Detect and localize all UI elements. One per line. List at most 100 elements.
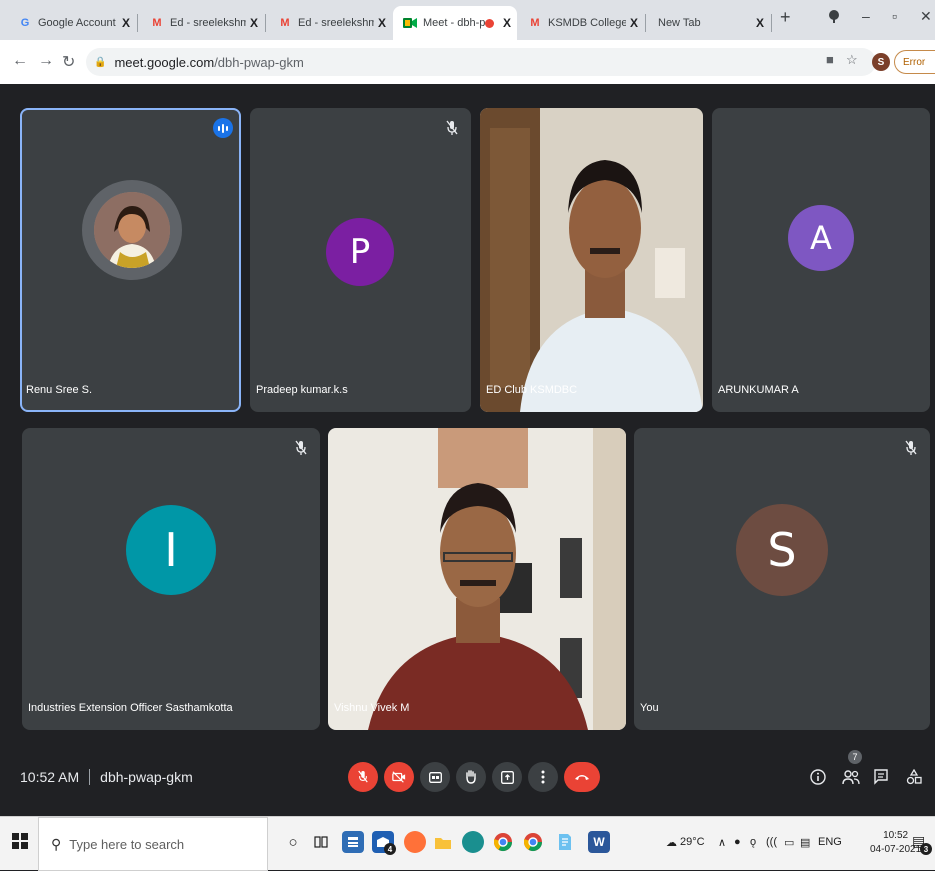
word-app-icon[interactable]: W (588, 831, 610, 853)
firefox-icon[interactable] (404, 831, 426, 853)
camera-permission-icon[interactable]: ■ (826, 52, 834, 67)
tab-divider (771, 14, 772, 32)
tab-gmail-1[interactable]: M Ed - sreelekshmyhg@ X (140, 6, 264, 40)
video-feed (480, 108, 703, 412)
people-icon (842, 770, 860, 785)
tab-title: New Tab (658, 17, 701, 29)
tab-meet[interactable]: Meet - dbh-pwap X (393, 6, 517, 40)
windows-start-icon[interactable] (12, 833, 28, 849)
gmail-favicon-icon: M (152, 17, 162, 29)
cortana-icon[interactable]: ○ (282, 831, 304, 853)
language-indicator[interactable]: ENG (818, 836, 842, 848)
gmail-favicon-icon: M (280, 17, 290, 29)
meeting-info: 10:52 AM dbh-pwap-gkm (20, 769, 193, 785)
raise-hand-button[interactable] (456, 762, 486, 792)
participant-count-badge: 7 (848, 750, 862, 764)
mic-off-icon (905, 440, 917, 455)
close-tab-icon[interactable]: X (250, 16, 258, 30)
chrome-icon[interactable] (492, 831, 514, 853)
camera-off-icon (392, 771, 406, 783)
tab-new-tab[interactable]: New Tab X (648, 6, 770, 40)
notification-center-icon[interactable]: ▤ 3 (912, 833, 932, 855)
present-icon (500, 770, 514, 784)
mail-badge: 4 (384, 843, 396, 855)
tray-chevron-up-icon[interactable]: ∧ (718, 836, 726, 849)
more-options-button[interactable] (528, 762, 558, 792)
video-feed (328, 428, 626, 730)
reload-icon[interactable]: ↻ (62, 52, 75, 72)
back-arrow-icon[interactable]: ← (12, 52, 28, 70)
window-close-icon[interactable]: ✕ (920, 8, 932, 25)
participant-tile-renu-sree[interactable]: Renu Sree S. (20, 108, 241, 412)
address-bar[interactable]: 🔒 meet.google.com /dbh-pwap-gkm (86, 48, 876, 76)
more-vert-icon (541, 770, 545, 784)
participant-name: Renu Sree S. (26, 384, 93, 396)
participant-name: ARUNKUMAR A (718, 384, 799, 396)
weather-icon[interactable]: ☁ (666, 836, 677, 849)
hand-icon (466, 770, 476, 784)
tab-title: Google Account (38, 17, 116, 29)
restore-icon[interactable]: ▫ (892, 8, 897, 24)
weather-temperature[interactable]: 29°C (680, 836, 705, 848)
profile-avatar[interactable]: S (872, 53, 890, 71)
participant-tile-industries-officer[interactable]: I Industries Extension Officer Sasthamko… (22, 428, 320, 730)
wifi-icon[interactable]: ((( (766, 836, 777, 848)
meeting-details-button[interactable] (810, 769, 826, 790)
participant-avatar: P (326, 218, 394, 286)
activities-button[interactable] (906, 768, 922, 790)
participant-tile-pradeep[interactable]: P Pradeep kumar.k.s (250, 108, 471, 412)
tab-ksmdb-college[interactable]: M KSMDB College, Sasth X (518, 6, 644, 40)
participant-tile-ed-club[interactable]: ED Club KSMDBC (480, 108, 703, 412)
mic-off-icon (446, 120, 458, 135)
document-app-icon[interactable] (554, 831, 576, 853)
edge-browser-icon[interactable] (462, 831, 484, 853)
file-explorer-icon[interactable] (432, 831, 454, 853)
new-tab-button[interactable]: + (780, 7, 791, 28)
tab-title: KSMDB College, Sasth (548, 17, 626, 29)
battery-icon[interactable]: ▭ (784, 836, 794, 849)
hang-up-icon (575, 775, 589, 780)
close-tab-icon[interactable]: X (122, 16, 130, 30)
keyboard-icon[interactable]: ▤ (800, 836, 810, 849)
mail-app-icon[interactable]: 4 (372, 831, 396, 855)
participant-avatar: S (736, 504, 828, 596)
captions-button[interactable] (420, 762, 450, 792)
camera-toggle-button[interactable] (384, 762, 414, 792)
error-button[interactable]: Error (894, 50, 935, 74)
minimize-icon[interactable]: – (862, 8, 870, 24)
participant-tile-vishnu-vivek[interactable]: Vishnu Vivek M (328, 428, 626, 730)
tab-divider (265, 14, 266, 32)
extension-icon[interactable] (828, 9, 840, 26)
tab-google-account[interactable]: G Google Account X (8, 6, 136, 40)
gmail-favicon-icon: M (530, 17, 540, 29)
close-tab-icon[interactable]: X (378, 16, 386, 30)
close-tab-icon[interactable]: X (756, 16, 764, 30)
mic-off-icon (358, 770, 368, 783)
leave-call-button[interactable] (564, 762, 600, 792)
info-icon (810, 769, 826, 785)
search-placeholder: Type here to search (69, 836, 185, 852)
present-screen-button[interactable] (492, 762, 522, 792)
browser-toolbar: ← → ↻ 🔒 meet.google.com /dbh-pwap-gkm ■ … (0, 40, 935, 84)
people-button[interactable] (842, 769, 860, 790)
tab-gmail-2[interactable]: M Ed - sreelekshmyhg@ X (268, 6, 392, 40)
usb-device-icon[interactable]: ǫ (750, 836, 756, 848)
close-tab-icon[interactable]: X (503, 16, 511, 30)
participant-tile-you[interactable]: S You (634, 428, 930, 730)
mic-toggle-button[interactable] (348, 762, 378, 792)
chrome-profile-icon[interactable] (522, 831, 544, 853)
chat-icon (874, 769, 888, 785)
participant-tile-arunkumar[interactable]: A ARUNKUMAR A (712, 108, 930, 412)
calculator-app-icon[interactable] (342, 831, 364, 853)
forward-arrow-icon[interactable]: → (38, 52, 54, 70)
task-view-icon[interactable] (310, 831, 332, 853)
divider (89, 769, 91, 785)
tab-title: Meet - dbh-pwap (423, 17, 485, 29)
taskbar-search-box[interactable]: ⚲ Type here to search (38, 817, 268, 871)
lock-icon: 🔒 (94, 56, 107, 68)
participant-name: ED Club KSMDBC (486, 384, 578, 396)
chat-button[interactable] (874, 769, 888, 790)
close-tab-icon[interactable]: X (630, 16, 638, 30)
bookmark-star-icon[interactable]: ☆ (846, 52, 858, 68)
participant-name: Pradeep kumar.k.s (256, 384, 348, 396)
